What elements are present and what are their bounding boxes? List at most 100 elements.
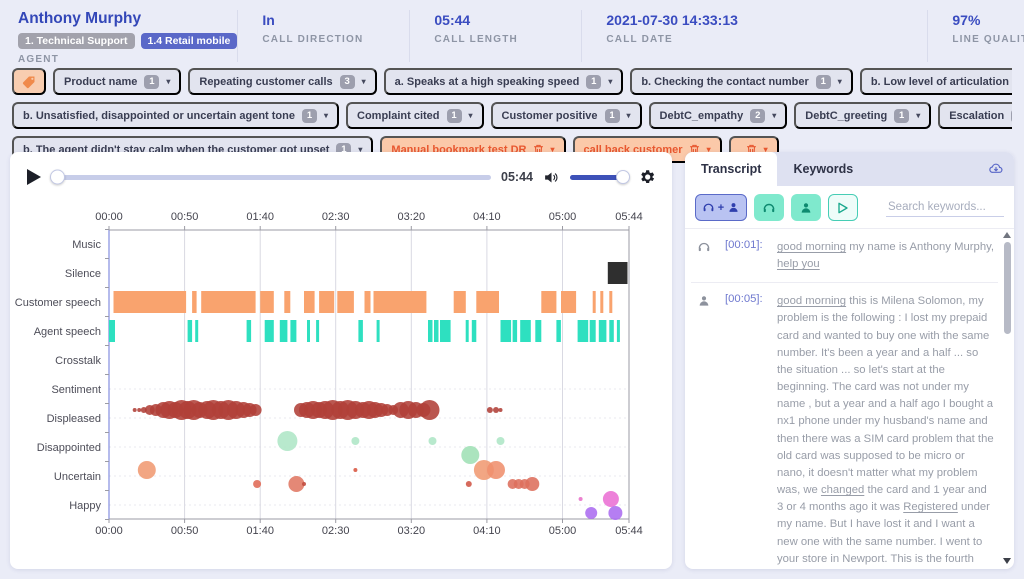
volume-slider[interactable] — [570, 175, 628, 180]
audio-player: 05:44 — [10, 152, 672, 198]
chip-label: b. Low level of articulation in the firs… — [871, 76, 1012, 88]
play-icon — [26, 168, 42, 186]
keyword-hit[interactable]: good morning — [777, 241, 846, 253]
svg-text:00:00: 00:00 — [95, 211, 123, 223]
volume-handle[interactable] — [616, 170, 630, 184]
chip-count-badge: 4 — [1011, 109, 1012, 123]
svg-text:02:30: 02:30 — [322, 525, 350, 537]
agent-badges: 1. Technical Support 1.4 Retail mobile — [18, 33, 237, 49]
play-button[interactable] — [26, 168, 42, 186]
plain-text: this is Milena Solomon, my problem is th… — [777, 295, 994, 496]
player-duration: 05:44 — [501, 170, 533, 184]
chip-count-badge: 1 — [894, 109, 909, 123]
tag-chip[interactable]: Product name1▾ — [53, 68, 181, 95]
tag-chip[interactable]: b. Checking the contact number1▾ — [630, 68, 852, 95]
cloud-download-icon[interactable] — [978, 152, 1014, 186]
svg-text:01:40: 01:40 — [246, 525, 274, 537]
chevron-down-icon: ▾ — [324, 111, 328, 120]
message-timestamp[interactable]: [00:01]: — [725, 239, 773, 273]
tag-chip[interactable]: b. Unsatisfied, disappointed or uncertai… — [12, 102, 339, 129]
settings-gear-icon[interactable] — [638, 168, 656, 186]
chevron-down-icon: ▾ — [362, 77, 366, 86]
timeline-chart-svg: 00:0000:0000:5000:5001:4001:4002:3002:30… — [14, 200, 664, 545]
keyword-hit[interactable]: good morning — [777, 295, 846, 307]
tag-chip[interactable]: b. Low level of articulation in the firs… — [860, 68, 1012, 95]
chip-label: b. Unsatisfied, disappointed or uncertai… — [23, 110, 295, 122]
svg-text:Uncertain: Uncertain — [54, 471, 101, 483]
filter-customer-button[interactable] — [791, 194, 821, 221]
message-row[interactable]: [00:01]:good morning my name is Anthony … — [691, 229, 998, 282]
svg-text:01:40: 01:40 — [246, 211, 274, 223]
tag-row: Product name1▾Repeating customer calls3▾… — [12, 68, 1012, 95]
tag-chip[interactable]: DebtC_empathy2▾ — [649, 102, 788, 129]
chip-label: b. Checking the contact number — [641, 76, 808, 88]
plain-text: my name is Anthony Murphy, — [846, 241, 994, 253]
tag-chip[interactable]: Escalation4▾ — [938, 102, 1012, 129]
keyword-hit[interactable]: changed — [821, 484, 864, 496]
customer-speaker-icon — [697, 293, 721, 569]
tag-chip[interactable]: Repeating customer calls3▾ — [188, 68, 376, 95]
chip-label: Customer positive — [502, 110, 598, 122]
meta-label: CALL LENGTH — [434, 34, 581, 45]
svg-text:Disappointed: Disappointed — [37, 442, 101, 454]
filter-agent-button[interactable] — [754, 194, 784, 221]
call-header: Anthony Murphy 1. Technical Support1.4 R… — [0, 0, 1024, 62]
tag-chip[interactable]: Complaint cited1▾ — [346, 102, 484, 129]
message-text: good morning my name is Anthony Murphy, … — [777, 239, 996, 273]
tag-icon — [21, 74, 37, 90]
tags-bar: Product name1▾Repeating customer calls3▾… — [0, 62, 1024, 163]
scrollbar-up-arrow-icon[interactable] — [1003, 232, 1011, 238]
tag-chip[interactable]: a. Speaks at a high speaking speed1▾ — [384, 68, 624, 95]
seek-slider[interactable] — [52, 175, 491, 180]
seek-handle[interactable] — [50, 170, 65, 185]
svg-text:04:10: 04:10 — [473, 211, 501, 223]
svg-text:05:00: 05:00 — [549, 525, 577, 537]
svg-text:Sentiment: Sentiment — [51, 384, 101, 396]
transcript-tabs: TranscriptKeywords — [685, 152, 1014, 186]
message-timestamp[interactable]: [00:05]: — [725, 293, 773, 569]
transcript-panel: TranscriptKeywords + [00:01]:good m — [685, 152, 1014, 569]
meta-label: LINE QUALITY — [952, 34, 1024, 45]
tag-row: b. Unsatisfied, disappointed or uncertai… — [12, 102, 1012, 129]
headset-icon — [702, 201, 715, 214]
chevron-down-icon: ▾ — [166, 77, 170, 86]
chip-count-badge: 2 — [750, 109, 765, 123]
svg-text:05:00: 05:00 — [549, 211, 577, 223]
chevron-down-icon: ▾ — [916, 111, 920, 120]
tab-transcript[interactable]: Transcript — [685, 152, 777, 186]
play-keywords-button[interactable] — [828, 194, 858, 221]
transcript-messages-area: [00:01]:good morning my name is Anthony … — [685, 228, 1014, 569]
speaker-icon[interactable] — [543, 169, 560, 186]
chevron-down-icon: ▾ — [772, 111, 776, 120]
keyword-hit[interactable]: Registered — [903, 501, 958, 513]
svg-text:00:00: 00:00 — [95, 525, 123, 537]
scrollbar-thumb[interactable] — [1004, 242, 1011, 334]
agent-block: Anthony Murphy 1. Technical Support1.4 R… — [18, 10, 237, 62]
chip-count-badge: 1 — [144, 75, 159, 89]
svg-text:05:44: 05:44 — [615, 525, 643, 537]
tag-icon-button[interactable] — [12, 68, 46, 95]
agent-badge: 1.4 Retail mobile — [141, 33, 238, 49]
svg-text:03:20: 03:20 — [398, 525, 426, 537]
person-icon — [727, 201, 740, 214]
meta-call-direction: InCALL DIRECTION — [237, 10, 409, 62]
search-keywords-input[interactable] — [886, 198, 1004, 217]
keyword-hit[interactable]: help you — [777, 258, 820, 270]
headset-icon — [697, 240, 711, 254]
chevron-down-icon: ▾ — [838, 77, 842, 86]
transcript-messages: [00:01]:good morning my name is Anthony … — [685, 229, 1014, 569]
tab-keywords[interactable]: Keywords — [777, 152, 869, 186]
tag-chip[interactable]: Customer positive1▾ — [491, 102, 642, 129]
message-row[interactable]: [00:05]: good morning this is Milena Solo… — [691, 282, 998, 569]
play-outline-icon — [837, 202, 849, 214]
tag-chip[interactable]: DebtC_greeting1▾ — [794, 102, 931, 129]
agent-role-label: AGENT — [18, 54, 237, 65]
agent-badge: 1. Technical Support — [18, 33, 135, 49]
main-content: 05:44 00:0000:0000:5000:5001:4001:4002:3… — [0, 152, 1024, 579]
scrollbar-down-arrow-icon[interactable] — [1003, 558, 1011, 564]
chevron-down-icon: ▾ — [627, 111, 631, 120]
timeline-chart[interactable]: 00:0000:0000:5000:5001:4001:4002:3002:30… — [10, 198, 672, 569]
filter-both-speakers-button[interactable]: + — [695, 194, 747, 221]
meta-label: CALL DATE — [606, 34, 927, 45]
meta-value: 97% — [952, 12, 1024, 28]
